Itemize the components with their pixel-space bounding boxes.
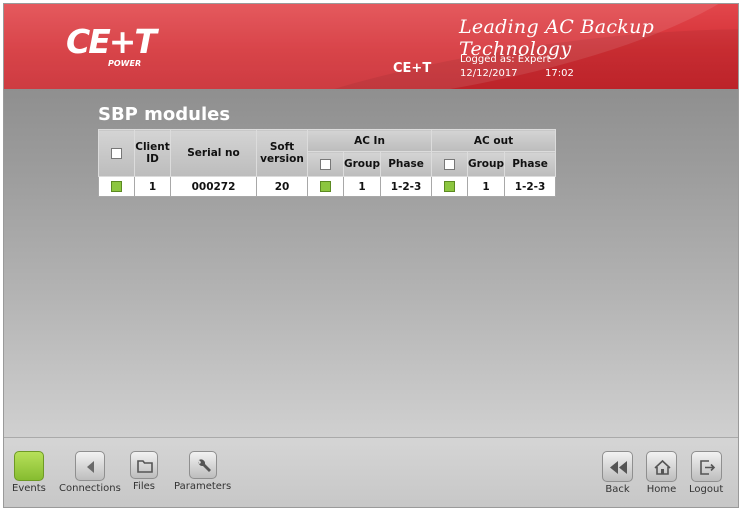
table-row[interactable]: 1 000272 20 1 1-2-3 1 1-2-3 — [98, 176, 557, 197]
folder-icon — [130, 451, 158, 479]
page-title: SBP modules — [98, 104, 231, 125]
ac-in-phase-header: Phase — [380, 151, 433, 177]
events-icon — [13, 451, 44, 481]
client-id-header: Client ID — [134, 129, 171, 177]
wrench-icon — [188, 451, 217, 479]
main-content: SBP modules Client ID Serial no Soft ver… — [4, 89, 738, 437]
ac-in-group-header: Group — [342, 151, 382, 177]
parameters-button[interactable]: Parameters — [174, 451, 231, 492]
back-button[interactable]: Back — [602, 451, 633, 495]
ac-out-select-header — [431, 151, 469, 177]
ac-out-status-cell[interactable] — [431, 176, 469, 197]
time-label: 17:02 — [545, 68, 574, 79]
home-button[interactable]: Home — [646, 451, 677, 495]
client-id-cell: 1 — [134, 176, 171, 197]
logout-button[interactable]: Logout — [689, 451, 723, 495]
parameters-label: Parameters — [174, 481, 232, 492]
select-all-header — [98, 129, 135, 177]
logo-subtext: POWER — [108, 59, 142, 68]
header-banner: CE+T POWER Leading AC Backup Technology … — [4, 4, 738, 89]
ac-out-status-indicator[interactable] — [444, 181, 456, 192]
cet-logo: CE+T POWER — [66, 22, 157, 74]
ac-out-group-cell: 1 — [467, 176, 506, 197]
ac-in-phase-cell: 1-2-3 — [380, 176, 433, 197]
rewind-icon — [602, 451, 633, 482]
serial-no-cell: 000272 — [170, 176, 257, 197]
ac-out-phase-header: Phase — [504, 151, 557, 177]
ac-in-select-checkbox[interactable] — [320, 158, 331, 170]
app-window: CE+T POWER Leading AC Backup Technology … — [3, 3, 739, 508]
ac-in-group-cell: 1 — [342, 176, 382, 197]
logout-label: Logout — [689, 484, 724, 495]
ac-out-header: AC out — [431, 129, 557, 152]
brand-label: CE+T — [393, 61, 432, 76]
sbp-modules-table: Client ID Serial no Soft version AC In A… — [98, 129, 557, 197]
select-all-checkbox[interactable] — [111, 147, 122, 159]
events-button[interactable]: Events — [12, 451, 46, 494]
soft-version-header: Soft version — [256, 129, 308, 177]
footer-toolbar: Events Connections Files Parameters Back — [4, 437, 738, 507]
row-status-cell[interactable] — [98, 176, 135, 197]
connections-icon — [74, 451, 105, 481]
logo-text: CE+T — [66, 22, 157, 61]
ac-in-select-header — [307, 151, 344, 177]
ac-in-status-cell[interactable] — [307, 176, 344, 197]
ac-in-header: AC In — [306, 129, 433, 152]
logout-icon — [690, 451, 722, 482]
connections-label: Connections — [59, 483, 121, 494]
logged-as-label: Logged as: Expert — [460, 54, 551, 65]
home-label: Home — [646, 484, 677, 495]
files-button[interactable]: Files — [130, 451, 158, 492]
ac-out-phase-cell: 1-2-3 — [504, 176, 557, 197]
files-label: Files — [133, 481, 155, 492]
ac-out-select-checkbox[interactable] — [444, 158, 456, 170]
ac-out-group-header: Group — [467, 151, 506, 177]
connections-button[interactable]: Connections — [59, 451, 121, 494]
back-label: Back — [605, 484, 630, 495]
ac-in-status-indicator[interactable] — [320, 181, 331, 192]
home-icon — [646, 451, 677, 482]
serial-no-header: Serial no — [170, 129, 257, 177]
events-label: Events — [12, 483, 46, 494]
row-status-indicator[interactable] — [111, 181, 122, 192]
date-label: 12/12/2017 — [460, 68, 518, 79]
soft-version-cell: 20 — [256, 176, 308, 197]
